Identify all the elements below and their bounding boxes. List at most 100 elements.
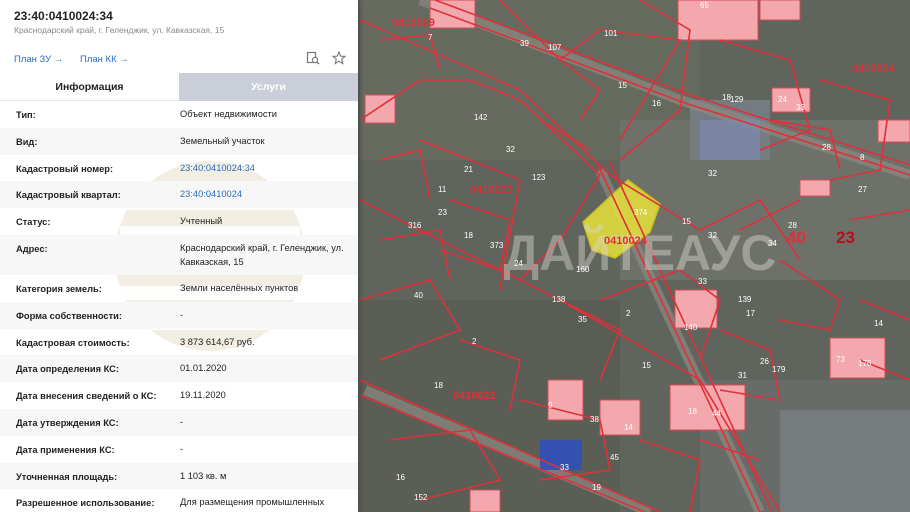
parcel-number-label: 65 — [700, 1, 709, 10]
parcel-number-label: 7 — [428, 33, 433, 42]
parcel-number-label: 11 — [438, 185, 447, 194]
tab-services[interactable]: Услуги — [179, 73, 358, 101]
parcel-number-label: 24 — [514, 259, 523, 268]
plan-kk-link[interactable]: План КК → — [80, 54, 129, 65]
parcel-number-label: 179 — [772, 365, 786, 374]
parcel-number-label: 152 — [414, 493, 428, 502]
parcel-number-label: 15 — [618, 81, 627, 90]
parcel-number-label: 23 — [438, 208, 447, 217]
attribute-value: 1 103 кв. м — [180, 470, 227, 481]
parcel-number-label: 129 — [730, 95, 744, 104]
parcel-number-label: 24 — [778, 95, 787, 104]
info-panel: 23:40:0410024:34 Краснодарский край, г. … — [0, 0, 358, 512]
attribute-value: Для размещения промышленных — [180, 497, 325, 508]
attribute-value: 19.11.2020 — [180, 390, 226, 401]
parcel-number-label: 44 — [712, 409, 721, 418]
parcel-number-label: 27 — [858, 185, 867, 194]
search-doc-icon[interactable] — [306, 51, 320, 65]
parcel-number-label: 32 — [506, 145, 515, 154]
parcel-number-label: 16 — [652, 99, 661, 108]
parcel-number-label: 18 — [434, 381, 443, 390]
attribute-row: Дата определения КС: 01.01.2020 — [0, 355, 358, 383]
parcel-number-label: 45 — [610, 453, 619, 462]
attribute-label: Разрешенное использование: — [16, 498, 155, 509]
attribute-row: Дата утверждения КС: - — [0, 408, 358, 436]
parcel-number-label: 32 — [708, 169, 717, 178]
parcel-number-label: 101 — [604, 29, 618, 38]
parcel-number-label: 31 — [738, 371, 747, 380]
parcel-number-label: 16 — [396, 473, 405, 482]
parcel-number-label: 2 — [472, 337, 477, 346]
map-watermark: ДАЙТЕАУС — [504, 224, 777, 281]
attribute-value[interactable]: 23:40:0410024 — [180, 187, 352, 201]
parcel-number-label: 142 — [474, 113, 488, 122]
attribute-row: Адрес: Краснодарский край, г. Геленджик, … — [0, 234, 358, 275]
attribute-value[interactable]: 23:40:0410024:34 — [180, 161, 352, 175]
quarter-label: 0410024 — [852, 63, 896, 75]
parcel-number-label: 15 — [682, 217, 691, 226]
attribute-label: Статус: — [16, 217, 51, 228]
attribute-row: Кадастровый номер: 23:40:0410024:34 — [0, 155, 358, 182]
parcel-number-label: 123 — [532, 173, 546, 182]
attribute-value: 01.01.2020 — [180, 363, 227, 374]
attribute-row: Статус: Учтенный — [0, 208, 358, 235]
attribute-label: Дата внесения сведений о КС: — [16, 391, 157, 402]
attribute-value: Земельный участок — [180, 135, 265, 146]
attribute-value: - — [180, 443, 184, 454]
attribute-value: - — [180, 416, 184, 427]
quarter-label: 0410023 — [470, 184, 513, 196]
parcel-number-label: 374 — [634, 208, 648, 217]
attribute-value: - — [180, 309, 184, 320]
attribute-row: Форма собственности: - — [0, 301, 358, 329]
parcel-number-label: 140 — [684, 323, 698, 332]
parcel-number-label: 26 — [760, 357, 769, 366]
parcel-number-label: 17 — [746, 309, 755, 318]
attribute-label: Форма собственности: — [16, 310, 122, 321]
attribute-label: Вид: — [16, 136, 38, 147]
attribute-row: Кадастровый квартал: 23:40:0410024 — [0, 181, 358, 209]
parcel-number-label: 33 — [796, 103, 805, 112]
attribute-row: Дата внесения сведений о КС: 19.11.2020 — [0, 382, 358, 409]
parcel-number-label: 18 — [464, 231, 473, 240]
cadastral-number-title: 23:40:0410024:34 — [14, 9, 113, 23]
attribute-label: Дата определения КС: — [16, 364, 119, 375]
attribute-label: Уточненная площадь: — [16, 471, 118, 482]
parcel-number-label: 2 — [626, 309, 631, 318]
parcel-number-label: 35 — [578, 315, 587, 324]
parcel-number-label: 8 — [860, 153, 865, 162]
attribute-label: Тип: — [16, 110, 36, 120]
parcel-number-label: 21 — [464, 165, 473, 174]
parcel-number-label: 19 — [592, 483, 601, 492]
parcel-number-label: 38 — [590, 415, 599, 424]
attribute-value: Учтенный — [180, 216, 223, 227]
attribute-row: Вид: Земельный участок — [0, 127, 358, 155]
plan-zu-link[interactable]: План ЗУ → — [14, 54, 63, 65]
star-icon[interactable] — [332, 51, 346, 65]
parcel-number-label: 138 — [552, 295, 566, 304]
attribute-value: 3 873 614,67 руб. — [180, 336, 255, 347]
parcel-number-label: 33 — [698, 277, 707, 286]
parcel-number-label: 176 — [858, 359, 872, 368]
parcel-number-label: 28 — [822, 143, 831, 152]
address-subtitle: Краснодарский край, г. Геленджик, ул. Ка… — [14, 25, 225, 35]
attribute-label: Дата применения КС: — [16, 444, 115, 455]
attribute-label: Кадастровый номер: — [16, 163, 114, 174]
attribute-row: Тип: Объект недвижимости — [0, 101, 358, 128]
parcel-number-label: 33 — [560, 463, 569, 472]
quarter-label: 0410022 — [453, 390, 496, 402]
parcel-number-label: 28 — [788, 221, 797, 230]
attribute-value: Земли населённых пунктов — [180, 282, 299, 293]
attribute-label: Кадастровая стоимость: — [16, 337, 130, 348]
parcel-number-label: 160 — [576, 265, 590, 274]
parcel-number-label: 40 — [414, 291, 423, 300]
parcel-number-label: 139 — [738, 295, 752, 304]
parcel-number-label: 9 — [548, 401, 553, 410]
parcel-number-label: 32 — [708, 231, 717, 240]
attribute-label: Категория земель: — [16, 283, 102, 294]
quarter-label: 0410024 — [604, 235, 648, 247]
attribute-row: Разрешенное использование: Для размещения… — [0, 489, 358, 512]
attribute-table: Тип: Объект недвижимости Вид: Земельный уча… — [0, 101, 358, 512]
attribute-row: Дата применения КС: - — [0, 436, 358, 463]
tab-info[interactable]: Информация — [0, 73, 179, 101]
attribute-label: Дата утверждения КС: — [16, 417, 119, 428]
